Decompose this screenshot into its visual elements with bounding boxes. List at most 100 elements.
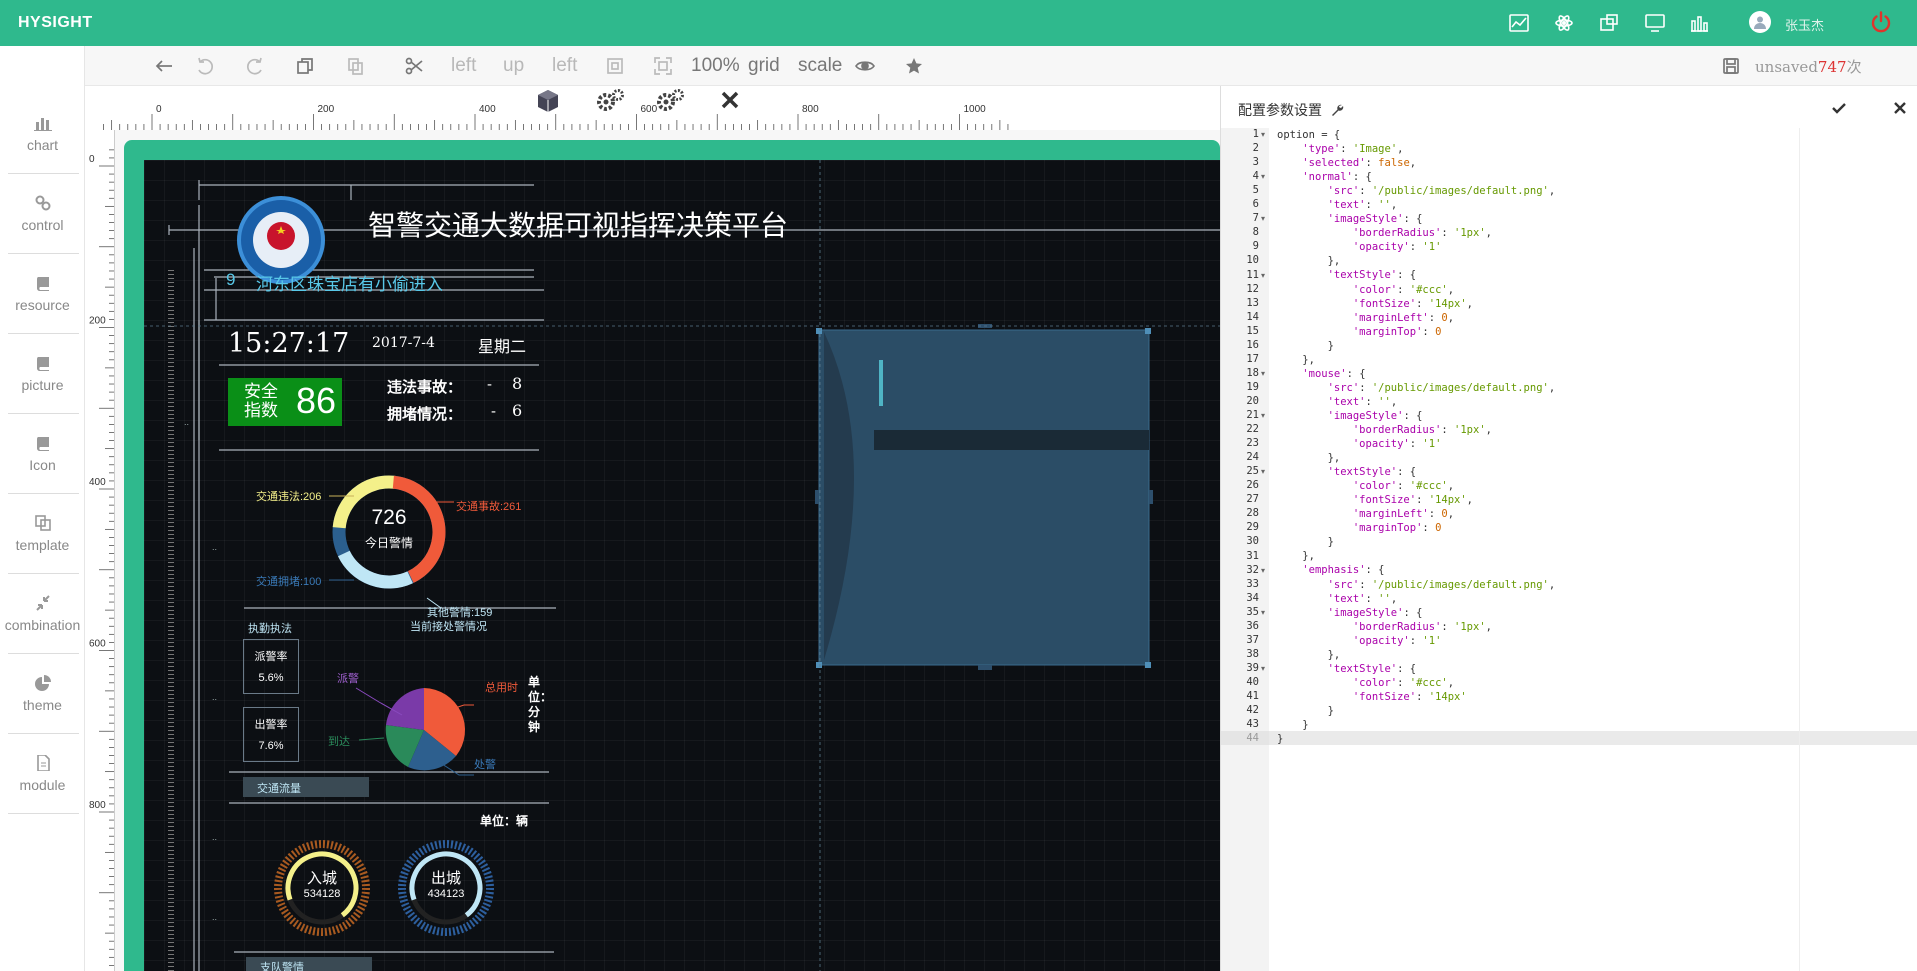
jam-value: 6: [512, 401, 523, 420]
code-line[interactable]: 'fontSize': '14px',: [1277, 493, 1877, 507]
code-line[interactable]: 'imageStyle': {: [1277, 212, 1877, 226]
align-up-button[interactable]: up: [503, 55, 524, 77]
code-line[interactable]: 'fontSize': '14px',: [1277, 297, 1877, 311]
code-line[interactable]: }: [1277, 732, 1877, 746]
code-line[interactable]: 'textStyle': {: [1277, 268, 1877, 282]
code-line[interactable]: },: [1277, 353, 1877, 367]
code-line[interactable]: 'emphasis': {: [1277, 563, 1877, 577]
code-line[interactable]: 'borderRadius': '1px',: [1277, 620, 1877, 634]
fold-arrow-icon[interactable]: ▾: [1261, 608, 1265, 617]
code-line[interactable]: 'color': '#ccc',: [1277, 479, 1877, 493]
code-line[interactable]: 'marginTop': 0: [1277, 325, 1877, 339]
full-screen-icon[interactable]: [653, 55, 673, 77]
sidebar-item-resource[interactable]: resource: [0, 254, 85, 334]
dispatch-rate-value: 5.6%: [258, 672, 284, 684]
redo-icon[interactable]: [245, 55, 265, 77]
arrow-left-icon[interactable]: [154, 55, 174, 77]
sidebar-item-combination[interactable]: combination: [0, 574, 85, 654]
code-line[interactable]: 'fontSize': '14px': [1277, 690, 1877, 704]
star-icon[interactable]: [904, 55, 924, 77]
fold-arrow-icon[interactable]: ▾: [1261, 214, 1265, 223]
code-line[interactable]: 'selected': false,: [1277, 156, 1877, 170]
image-chart-icon[interactable]: [1508, 13, 1530, 33]
line-number: 22: [1246, 423, 1259, 436]
sidebar-item-template[interactable]: template: [0, 494, 85, 574]
code-line[interactable]: 'borderRadius': '1px',: [1277, 226, 1877, 240]
close-panel-icon[interactable]: [1894, 102, 1906, 114]
code-line[interactable]: 'textStyle': {: [1277, 465, 1877, 479]
code-line[interactable]: 'imageStyle': {: [1277, 606, 1877, 620]
save-icon[interactable]: [1721, 55, 1741, 77]
code-line[interactable]: 'textStyle': {: [1277, 662, 1877, 676]
code-line[interactable]: 'text': '',: [1277, 395, 1877, 409]
sidebar-item-module[interactable]: module: [0, 734, 85, 814]
code-line[interactable]: 'normal': {: [1277, 170, 1877, 184]
monitor-icon[interactable]: [1644, 13, 1666, 33]
fold-arrow-icon[interactable]: ▾: [1261, 411, 1265, 420]
fold-arrow-icon[interactable]: ▾: [1261, 130, 1265, 139]
scissors-icon[interactable]: [404, 55, 424, 77]
code-line[interactable]: },: [1277, 254, 1877, 268]
fold-arrow-icon[interactable]: ▾: [1261, 664, 1265, 673]
code-line[interactable]: }: [1277, 339, 1877, 353]
fold-arrow-icon[interactable]: ▾: [1261, 566, 1265, 575]
fit-screen-icon[interactable]: [605, 55, 625, 77]
code-line[interactable]: 'text': '',: [1277, 198, 1877, 212]
sidebar-item-picture[interactable]: picture: [0, 334, 85, 414]
scale-toggle[interactable]: scale: [798, 55, 842, 77]
avatar[interactable]: [1749, 11, 1771, 33]
fold-arrow-icon[interactable]: ▾: [1261, 369, 1265, 378]
code-line[interactable]: }: [1277, 704, 1877, 718]
code-line[interactable]: 'text': '',: [1277, 592, 1877, 606]
code-line[interactable]: 'mouse': {: [1277, 367, 1877, 381]
code-line[interactable]: },: [1277, 549, 1877, 563]
align-left-button[interactable]: left: [451, 55, 476, 77]
sidebar-item-icon[interactable]: Icon: [0, 414, 85, 494]
code-line[interactable]: }: [1277, 718, 1877, 732]
bar-chart-icon[interactable]: [1688, 13, 1710, 33]
code-line[interactable]: },: [1277, 648, 1877, 662]
paste-icon[interactable]: [345, 55, 365, 77]
fold-arrow-icon[interactable]: ▾: [1261, 467, 1265, 476]
eye-icon[interactable]: [855, 55, 875, 77]
code-line[interactable]: 'marginTop': 0: [1277, 521, 1877, 535]
close-icon[interactable]: [720, 90, 740, 110]
code-line[interactable]: 'imageStyle': {: [1277, 409, 1877, 423]
sidebar-item-theme[interactable]: theme: [0, 654, 85, 734]
dashboard-canvas[interactable]: .......... 智警交通大数据可视指挥决策平台 9 河东区珠宝店有小偷进入…: [144, 160, 1220, 971]
line-number: 21: [1246, 409, 1259, 421]
code-line[interactable]: 'src': '/public/images/default.png',: [1277, 381, 1877, 395]
atom-icon[interactable]: [1553, 13, 1575, 33]
gears-icon[interactable]: [595, 88, 625, 114]
puzzle-icon[interactable]: [1598, 13, 1620, 33]
confirm-check-icon[interactable]: [1832, 102, 1846, 114]
code-line[interactable]: }: [1277, 535, 1877, 549]
code-line[interactable]: 'opacity': '1': [1277, 437, 1877, 451]
fold-arrow-icon[interactable]: ▾: [1261, 172, 1265, 181]
code-line[interactable]: 'src': '/public/images/default.png',: [1277, 184, 1877, 198]
code-line[interactable]: option = {: [1277, 128, 1877, 142]
code-line[interactable]: 'borderRadius': '1px',: [1277, 423, 1877, 437]
code-line[interactable]: 'color': '#ccc',: [1277, 283, 1877, 297]
cube-icon[interactable]: [535, 88, 561, 114]
code-line[interactable]: 'type': 'Image',: [1277, 142, 1877, 156]
code-line[interactable]: 'opacity': '1': [1277, 240, 1877, 254]
code-line[interactable]: 'color': '#ccc',: [1277, 676, 1877, 690]
align-left-button-2[interactable]: left: [552, 55, 577, 77]
code-line[interactable]: },: [1277, 451, 1877, 465]
copy-icon[interactable]: [295, 55, 315, 77]
power-icon[interactable]: [1869, 10, 1893, 34]
sidebar-item-chart[interactable]: chart: [0, 94, 85, 174]
code-editor[interactable]: option = { 'type': 'Image', 'selected': …: [1277, 128, 1877, 746]
zoom-level[interactable]: 100%: [691, 55, 740, 77]
username[interactable]: 张玉杰: [1785, 15, 1824, 34]
code-line[interactable]: 'src': '/public/images/default.png',: [1277, 578, 1877, 592]
grid-toggle[interactable]: grid: [748, 55, 780, 77]
sidebar-item-control[interactable]: control: [0, 174, 85, 254]
code-line[interactable]: 'marginLeft': 0,: [1277, 311, 1877, 325]
fold-arrow-icon[interactable]: ▾: [1261, 271, 1265, 280]
gears-settings-icon[interactable]: [655, 88, 685, 114]
code-line[interactable]: 'marginLeft': 0,: [1277, 507, 1877, 521]
code-line[interactable]: 'opacity': '1': [1277, 634, 1877, 648]
undo-icon[interactable]: [195, 55, 215, 77]
